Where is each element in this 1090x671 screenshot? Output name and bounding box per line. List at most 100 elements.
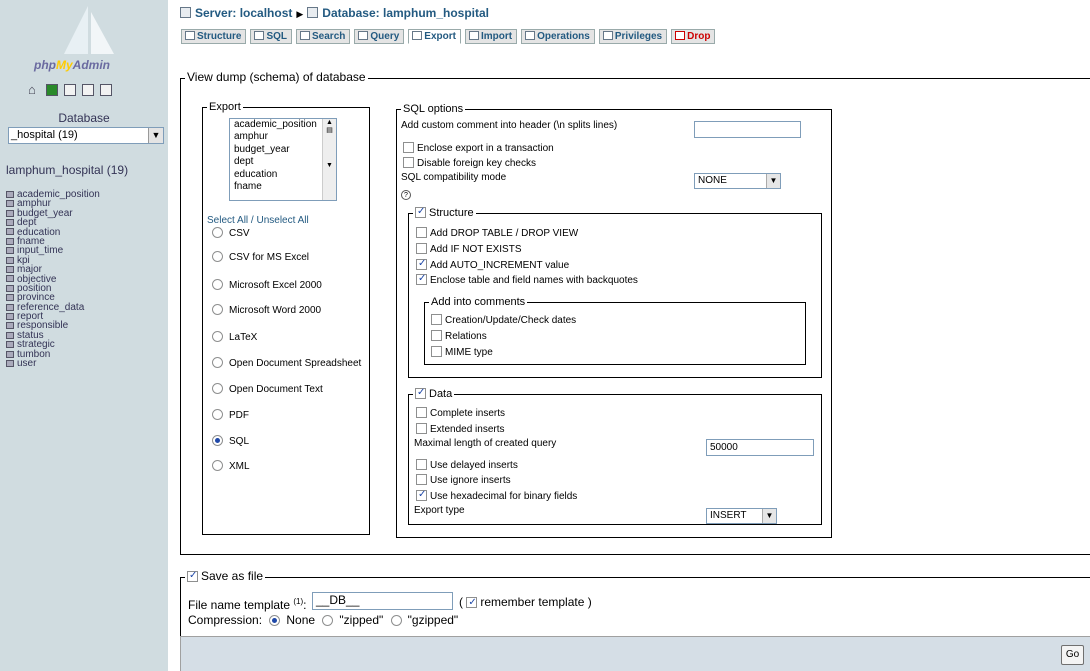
export-type-select[interactable]: INSERT ▼ xyxy=(706,508,777,524)
structure-legend[interactable]: Structure xyxy=(413,206,476,219)
table-icon[interactable] xyxy=(6,303,14,311)
relations-checkbox[interactable] xyxy=(431,330,442,341)
phpmyadmin-logo[interactable]: phpMyAdmin xyxy=(34,58,110,72)
drop-table-option[interactable]: Add DROP TABLE / DROP VIEW xyxy=(416,227,578,240)
list-item[interactable]: fname xyxy=(230,181,336,193)
mime-checkbox[interactable] xyxy=(431,346,442,357)
table-icon[interactable] xyxy=(6,237,14,245)
header-comment-input[interactable] xyxy=(694,121,801,138)
table-icon[interactable] xyxy=(6,275,14,283)
if-not-exists-checkbox[interactable] xyxy=(416,243,427,254)
table-icon[interactable] xyxy=(6,359,14,367)
save-as-file-checkbox[interactable] xyxy=(187,570,198,582)
chevron-down-icon[interactable]: ▼ xyxy=(148,128,163,143)
hex-binary-option[interactable]: Use hexadecimal for binary fields xyxy=(416,489,577,503)
export-format-option[interactable]: Open Document Spreadsheet xyxy=(212,357,361,370)
table-icon[interactable] xyxy=(6,247,14,255)
help-icon[interactable]: ? xyxy=(401,190,411,200)
dates-checkbox[interactable] xyxy=(431,314,442,325)
export-format-option[interactable]: LaTeX xyxy=(212,331,257,344)
documentation-icon[interactable] xyxy=(82,84,94,96)
backquotes-option[interactable]: Enclose table and field names with backq… xyxy=(416,273,638,287)
auto-increment-checkbox[interactable] xyxy=(416,258,427,270)
export-format-radio[interactable] xyxy=(212,460,223,471)
export-format-option[interactable]: SQL xyxy=(212,435,249,448)
export-format-radio[interactable] xyxy=(212,331,223,342)
complete-inserts-checkbox[interactable] xyxy=(416,407,427,418)
list-scrollbar[interactable]: ▲ ▤ ▼ xyxy=(322,119,336,200)
complete-inserts-option[interactable]: Complete inserts xyxy=(416,407,505,420)
ignore-inserts-checkbox[interactable] xyxy=(416,474,427,485)
sidebar-table-item[interactable]: user xyxy=(6,359,100,369)
tab-import[interactable]: Import xyxy=(464,29,518,44)
list-item[interactable]: amphur xyxy=(230,131,336,143)
export-format-radio[interactable] xyxy=(212,227,223,238)
export-format-option[interactable]: CSV for MS Excel xyxy=(212,251,309,264)
tab-structure[interactable]: Structure xyxy=(181,29,247,44)
compression-none-radio[interactable] xyxy=(269,615,281,626)
table-icon[interactable] xyxy=(6,256,14,264)
table-icon[interactable] xyxy=(6,228,14,236)
tab-sql[interactable]: SQL xyxy=(250,29,293,44)
table-icon[interactable] xyxy=(6,341,14,349)
export-format-option[interactable]: CSV xyxy=(212,227,250,240)
exit-icon[interactable] xyxy=(46,84,58,96)
select-all-link[interactable]: Select All / Unselect All xyxy=(207,215,309,227)
table-icon[interactable] xyxy=(6,331,14,339)
table-icon[interactable] xyxy=(6,209,14,217)
remember-template-option[interactable]: ( remember template ) xyxy=(459,595,592,610)
database-link[interactable]: lamphum_hospital (19) xyxy=(6,163,128,177)
export-format-radio[interactable] xyxy=(212,383,223,394)
export-format-option[interactable]: Microsoft Word 2000 xyxy=(212,304,321,317)
table-icon[interactable] xyxy=(6,322,14,330)
export-format-radio[interactable] xyxy=(212,251,223,262)
enclose-transaction-checkbox[interactable] xyxy=(403,142,414,153)
table-icon[interactable] xyxy=(6,294,14,302)
tab-drop[interactable]: Drop xyxy=(671,29,716,44)
chevron-down-icon[interactable]: ▼ xyxy=(766,174,780,188)
table-multiselect[interactable]: academic_position amphur budget_year dept ed… xyxy=(229,118,337,201)
export-format-radio[interactable] xyxy=(212,279,223,290)
auto-increment-option[interactable]: Add AUTO_INCREMENT value xyxy=(416,258,569,272)
backquotes-checkbox[interactable] xyxy=(416,273,427,285)
table-icon[interactable] xyxy=(6,312,14,320)
table-icon[interactable] xyxy=(6,200,14,208)
export-format-option[interactable]: Microsoft Excel 2000 xyxy=(212,279,322,292)
go-button[interactable]: Go xyxy=(1061,645,1084,665)
extended-inserts-checkbox[interactable] xyxy=(416,423,427,434)
data-checkbox[interactable] xyxy=(415,387,426,399)
compat-mode-select[interactable]: NONE ▼ xyxy=(694,173,781,189)
delayed-inserts-checkbox[interactable] xyxy=(416,459,427,470)
table-icon[interactable] xyxy=(6,265,14,273)
if-not-exists-option[interactable]: Add IF NOT EXISTS xyxy=(416,243,522,256)
export-format-option[interactable]: XML xyxy=(212,460,250,473)
hex-binary-checkbox[interactable] xyxy=(416,489,427,501)
list-item[interactable]: budget_year xyxy=(230,144,336,156)
tab-export[interactable]: Export xyxy=(408,29,461,44)
max-length-input[interactable]: 50000 xyxy=(706,439,814,456)
export-format-radio[interactable] xyxy=(212,304,223,315)
data-legend[interactable]: Data xyxy=(413,387,455,400)
drop-table-checkbox[interactable] xyxy=(416,227,427,238)
table-icon[interactable] xyxy=(6,190,14,198)
save-legend[interactable]: Save as file xyxy=(185,570,266,582)
export-format-radio[interactable] xyxy=(212,409,223,420)
export-format-option[interactable]: PDF xyxy=(212,409,249,422)
list-item[interactable]: dept xyxy=(230,156,336,168)
query-window-icon[interactable] xyxy=(64,84,76,96)
export-format-radio[interactable] xyxy=(212,435,223,446)
compression-zipped-radio[interactable] xyxy=(322,615,334,626)
relations-option[interactable]: Relations xyxy=(431,330,487,343)
chevron-down-icon[interactable]: ▼ xyxy=(762,509,776,523)
server-link[interactable]: Server: localhost xyxy=(195,6,292,20)
list-item[interactable]: academic_position xyxy=(230,119,336,131)
disable-fk-checkbox[interactable] xyxy=(403,157,414,168)
home-icon[interactable]: ⌂ xyxy=(28,83,40,96)
structure-checkbox[interactable] xyxy=(415,206,426,218)
tab-operations[interactable]: Operations xyxy=(521,29,595,44)
extended-inserts-option[interactable]: Extended inserts xyxy=(416,423,505,436)
enclose-transaction-option[interactable]: Enclose export in a transaction xyxy=(403,142,554,155)
tab-privileges[interactable]: Privileges xyxy=(598,29,668,44)
table-icon[interactable] xyxy=(6,350,14,358)
compression-gzipped-radio[interactable] xyxy=(390,615,402,626)
